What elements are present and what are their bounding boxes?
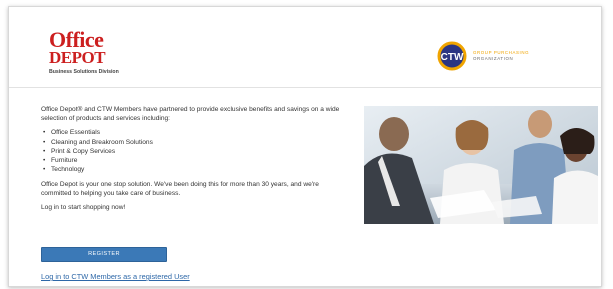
header: Office DEPOT Business Solutions Division… [9, 7, 601, 88]
list-item: Office Essentials [43, 128, 346, 137]
intro-text: Office Depot® and CTW Members have partn… [41, 106, 340, 123]
team-photo-illustration [364, 106, 598, 224]
ctw-logo-text-line1: GROUP PURCHASING [473, 50, 530, 55]
login-prompt: Log in to start shopping now! [41, 203, 126, 211]
register-button[interactable]: REGISTER [41, 247, 167, 262]
list-item: Technology [43, 165, 346, 174]
list-item: Print & Copy Services [43, 147, 346, 156]
one-stop-text: Office Depot is your one stop solution. … [41, 180, 319, 197]
ctw-logo-text: GROUP PURCHASING ORGANIZATION [473, 50, 529, 62]
office-depot-logo: Office DEPOT Business Solutions Division [49, 29, 154, 79]
login-link[interactable]: Log in to CTW Members as a registered Us… [41, 272, 190, 281]
intro-content: Office Depot® and CTW Members have partn… [41, 105, 346, 217]
login-card: Office DEPOT Business Solutions Division… [8, 6, 602, 287]
od-logo-subtitle: Business Solutions Division [49, 69, 119, 75]
ctw-logo-mark-icon: CTW [437, 41, 467, 71]
ctw-logo: CTW GROUP PURCHASING ORGANIZATION [437, 41, 547, 73]
od-logo-line2: DEPOT [49, 48, 106, 67]
list-item: Cleaning and Breakroom Solutions [43, 138, 346, 147]
offerings-list: Office Essentials Cleaning and Breakroom… [41, 128, 346, 174]
ctw-logo-text-line2: ORGANIZATION [473, 55, 514, 61]
team-photo [364, 106, 598, 224]
list-item: Furniture [43, 156, 346, 165]
ctw-logo-mark-text: CTW [441, 52, 464, 63]
